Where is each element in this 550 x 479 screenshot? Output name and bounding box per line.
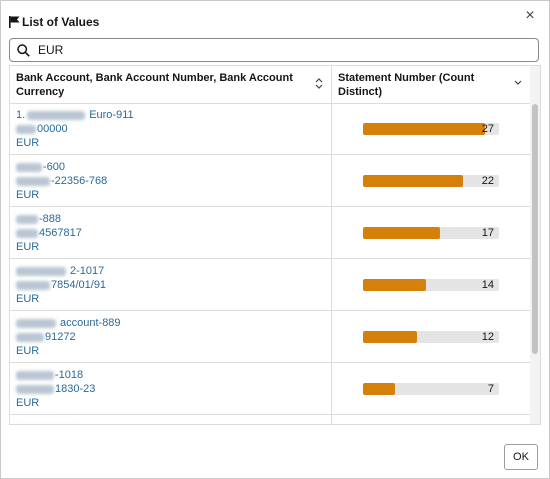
account-name-line: -1018 <box>16 368 325 382</box>
bar-track: 7 <box>363 383 499 395</box>
bar-value-label: 14 <box>481 279 494 291</box>
table-row[interactable]: -1018 1830-23 EUR 7 <box>10 363 530 415</box>
statement-count-cell: 14 <box>332 259 530 310</box>
list-of-values-dialog: List of Values × Bank Account, Bank Acco… <box>0 0 550 479</box>
account-number-line: 00000 <box>16 122 325 136</box>
statement-count-cell: 7 <box>332 363 530 414</box>
statement-count-cell: 27 <box>332 103 530 154</box>
chevron-down-icon[interactable] <box>514 78 522 87</box>
account-name-line <box>16 420 325 424</box>
bar-value-label: 12 <box>481 331 494 343</box>
account-name-line: account-889 <box>16 316 325 330</box>
bar-value-label: 27 <box>481 123 494 135</box>
table-row[interactable]: 2-1017 7854/01/91 EUR 14 <box>10 259 530 311</box>
account-number-line: 7854/01/91 <box>16 278 325 292</box>
account-name-line: 2-1017 <box>16 264 325 278</box>
account-name-line: 1. Euro-911 <box>16 109 134 121</box>
bar-value-label: 22 <box>481 175 494 187</box>
statement-count-cell: 12 <box>332 311 530 362</box>
table-row[interactable]: -888 4567817 EUR 17 <box>10 207 530 259</box>
bank-account-cell[interactable]: 1. Euro-911 00000 EUR <box>10 103 332 154</box>
bar-fill <box>363 123 486 135</box>
column-header-bank-account[interactable]: Bank Account, Bank Account Number, Bank … <box>10 66 332 103</box>
table-header: Bank Account, Bank Account Number, Bank … <box>10 66 530 104</box>
bar-fill <box>363 279 427 291</box>
currency-line: EUR <box>16 397 40 409</box>
statement-count-cell: 17 <box>332 207 530 258</box>
bar-track: 27 <box>363 123 499 135</box>
bar-track: 17 <box>363 227 499 239</box>
account-number-line: -22356-768 <box>16 174 325 188</box>
bar-track: 14 <box>363 279 499 291</box>
column-header-statement-number[interactable]: Statement Number (Count Distinct) <box>332 66 530 103</box>
account-name-line: -600 <box>16 160 325 174</box>
currency-line: EUR <box>16 189 40 201</box>
bank-account-cell[interactable] <box>10 415 332 424</box>
bar-fill <box>363 331 418 343</box>
bank-account-cell[interactable]: -600 -22356-768 EUR <box>10 155 332 206</box>
flag-icon <box>9 16 20 28</box>
currency-line: EUR <box>16 293 40 305</box>
table-row[interactable]: 1. Euro-911 00000 EUR 27 <box>10 103 530 155</box>
scrollbar-thumb[interactable] <box>532 104 538 354</box>
close-icon[interactable]: × <box>523 8 537 24</box>
bank-account-cell[interactable]: -888 4567817 EUR <box>10 207 332 258</box>
search-field[interactable] <box>9 38 539 62</box>
account-number-line: 1830-23 <box>16 382 325 396</box>
bar-value-label: 7 <box>487 383 494 395</box>
account-number-line: 91272 <box>16 330 325 344</box>
table-body: 1. Euro-911 00000 EUR 27 -600 -22356-768 … <box>10 103 530 424</box>
account-name-line: -888 <box>16 212 325 226</box>
bank-account-cell[interactable]: -1018 1830-23 EUR <box>10 363 332 414</box>
bar-track: 12 <box>363 331 499 343</box>
dialog-header: List of Values <box>9 14 99 30</box>
bar-fill <box>363 175 463 187</box>
currency-line: EUR <box>16 241 40 253</box>
currency-line: EUR <box>16 137 40 149</box>
table-row[interactable] <box>10 415 530 424</box>
bank-account-cell[interactable]: account-889 91272 EUR <box>10 311 332 362</box>
bar-track: 22 <box>363 175 499 187</box>
bar-fill <box>363 227 441 239</box>
bank-account-cell[interactable]: 2-1017 7854/01/91 EUR <box>10 259 332 310</box>
bar-fill <box>363 383 395 395</box>
vertical-scrollbar[interactable] <box>530 66 540 424</box>
bar-value-label: 17 <box>481 227 494 239</box>
table-row[interactable]: -600 -22356-768 EUR 22 <box>10 155 530 207</box>
currency-line: EUR <box>16 345 40 357</box>
dialog-title: List of Values <box>22 15 100 29</box>
search-input[interactable] <box>36 42 520 58</box>
account-number-line: 4567817 <box>16 226 325 240</box>
search-icon <box>17 43 30 57</box>
column-header-label: Statement Number (Count Distinct) <box>338 72 475 98</box>
ok-button[interactable]: OK <box>504 444 538 470</box>
column-header-label: Bank Account, Bank Account Number, Bank … <box>16 72 293 98</box>
table-row[interactable]: account-889 91272 EUR 12 <box>10 311 530 363</box>
sort-icon[interactable] <box>315 78 323 90</box>
statement-count-cell: 22 <box>332 155 530 206</box>
values-table: Bank Account, Bank Account Number, Bank … <box>9 65 541 425</box>
